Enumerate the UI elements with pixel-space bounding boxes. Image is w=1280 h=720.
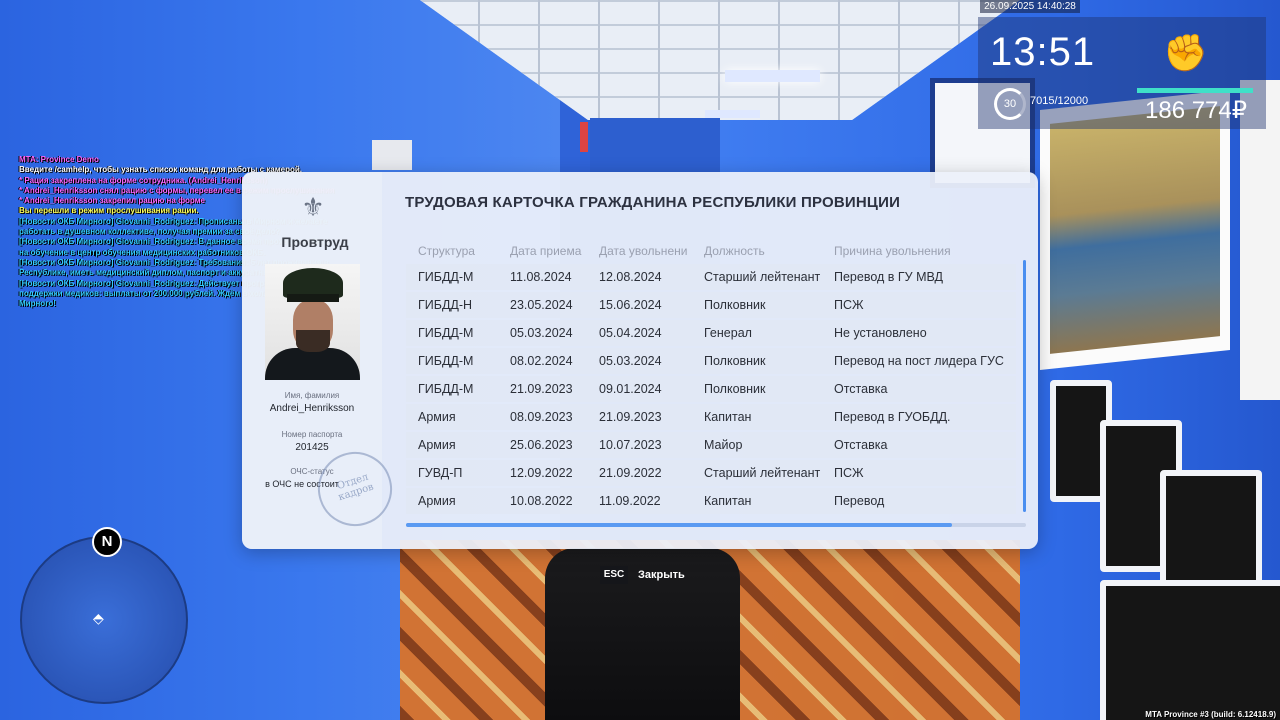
table-cell: Перевод	[834, 494, 885, 508]
vertical-scrollbar[interactable]	[1023, 260, 1026, 512]
table-row: ГИБДД-М 11.08.2024 12.08.2024 Старший лейте…	[406, 264, 1016, 290]
photo-uniform	[265, 348, 360, 380]
table-cell: ПСЖ	[834, 298, 864, 312]
table-cell: 05.03.2024	[599, 354, 662, 368]
north-marker: N	[92, 527, 122, 557]
card-title: ТРУДОВАЯ КАРТОЧКА ГРАЖДАНИНА РЕСПУБЛИКИ …	[405, 194, 901, 211]
table-cell: 23.05.2024	[510, 298, 573, 312]
department-name: Провтруд	[281, 234, 349, 250]
emblem-icon: ⚜	[301, 192, 325, 222]
ceiling-lamp	[705, 110, 760, 118]
table-row: Армия 08.09.2023 21.09.2023 Капитан Перевод …	[406, 404, 1016, 430]
table-cell: Полковник	[704, 382, 766, 396]
table-cell: ГИБДД-М	[418, 326, 474, 340]
car-painting	[1050, 106, 1220, 354]
table-cell: 09.01.2024	[599, 382, 662, 396]
column-header: Структура	[418, 244, 475, 258]
table-row: Армия 10.08.2022 11.09.2022 Капитан Перевод	[406, 488, 1016, 514]
table-cell: Капитан	[704, 410, 752, 424]
build-version: MTA Province #3 (build: 6.12418.9)	[1145, 710, 1276, 719]
table-cell: Армия	[418, 410, 456, 424]
wall-sign	[580, 122, 588, 152]
table-cell: Полковник	[704, 354, 766, 368]
passport-label: Номер паспорта	[281, 430, 343, 439]
employment-card: ⚜ Провтруд Имя, фамилия Andrei_Henriksso…	[242, 172, 1038, 549]
column-header: Дата приема	[510, 244, 582, 258]
table-cell: 11.09.2022	[599, 494, 661, 508]
table-cell: 11.08.2024	[510, 270, 572, 284]
horizontal-scrollbar[interactable]	[406, 523, 952, 527]
table-cell: ГИБДД-М	[418, 354, 474, 368]
table-cell: 21.09.2023	[599, 410, 662, 424]
table-cell: 10.07.2023	[599, 438, 662, 452]
table-cell: Не установлено	[834, 326, 927, 340]
xp-counter: 7015/12000	[1030, 95, 1089, 107]
table-cell: 05.04.2024	[599, 326, 662, 340]
table-cell: Старший лейтенант	[704, 270, 821, 284]
chat-line: MTA: Province Demo	[19, 155, 99, 164]
corridor-end	[590, 118, 720, 178]
name-value: Andrei_Henriksson	[269, 403, 355, 414]
table-body[interactable]: ГИБДД-М 11.08.2024 12.08.2024 Старший лейте…	[406, 264, 1016, 514]
raised-fist-icon: ✊	[1163, 32, 1208, 73]
column-header: Дата увольнени	[599, 244, 688, 258]
table-row: ГУВД-П 12.09.2022 21.09.2022 Старший лейтен…	[406, 460, 1016, 486]
table-row: Армия 25.06.2023 10.07.2023 Майор Отставка	[406, 432, 1016, 458]
ceiling-lamp	[725, 70, 820, 82]
table-cell: 21.09.2022	[599, 466, 662, 480]
table-cell: 08.09.2023	[510, 410, 573, 424]
table-row: ГИБДД-М 21.09.2023 09.01.2024 Полковник Отст…	[406, 376, 1016, 402]
table-cell: Отставка	[834, 438, 888, 452]
table-cell: 21.09.2023	[510, 382, 573, 396]
table-cell: 25.06.2023	[510, 438, 573, 452]
table-cell: Полковник	[704, 298, 766, 312]
table-cell: ГИБДД-М	[418, 382, 474, 396]
table-cell: 12.08.2024	[599, 270, 662, 284]
health-bar	[1137, 88, 1253, 93]
table-cell: Генерал	[704, 326, 752, 340]
table-cell: Армия	[418, 494, 456, 508]
money-balance: 186 774₽	[1145, 97, 1248, 124]
citizen-photo	[265, 264, 360, 380]
close-label[interactable]: Закрыть	[638, 566, 685, 584]
table-cell: ГИБДД-М	[418, 270, 474, 284]
table-cell: 15.06.2024	[599, 298, 662, 312]
table-header: Структура Дата приема Дата увольнени Дол…	[406, 238, 1016, 264]
esc-key-button[interactable]: ESC	[600, 566, 628, 584]
column-header: Должность	[704, 244, 765, 258]
table-cell: 12.09.2022	[510, 466, 573, 480]
table-cell: ГУВД-П	[418, 466, 463, 480]
table-cell: Перевод в ГУОБДД.	[834, 410, 951, 424]
table-cell: Отставка	[834, 382, 888, 396]
game-clock: 13:51	[990, 30, 1096, 74]
table-cell: Перевод на пост лидера ГУС	[834, 354, 1004, 368]
table-cell: ПСЖ	[834, 466, 864, 480]
table-cell: Капитан	[704, 494, 752, 508]
table-cell: Армия	[418, 438, 456, 452]
table-cell: ГИБДД-Н	[418, 298, 473, 312]
table-cell: 05.03.2024	[510, 326, 573, 340]
column-header: Причина увольнения	[834, 244, 951, 258]
level-ring: 30	[994, 88, 1026, 120]
table-cell: Майор	[704, 438, 743, 452]
table-cell: 10.08.2022	[510, 494, 573, 508]
table-row: ГИБДД-М 08.02.2024 05.03.2024 Полковник Пере…	[406, 348, 1016, 374]
minimap-radar	[20, 536, 188, 704]
player-blip-icon: ⬘	[93, 610, 104, 626]
photo-cap-band	[287, 294, 339, 302]
table-row: ГИБДД-Н 23.05.2024 15.06.2024 Полковник ПСЖ	[406, 292, 1016, 318]
table-cell: Старший лейтенант	[704, 466, 821, 480]
employment-table: Структура Дата приема Дата увольнени Дол…	[406, 238, 1016, 516]
chair	[1100, 580, 1280, 720]
table-row: ГИБДД-М 05.03.2024 05.04.2024 Генерал Не уст…	[406, 320, 1016, 346]
table-cell: 08.02.2024	[510, 354, 573, 368]
waiting-chairs	[1040, 380, 1280, 720]
table-cell: Перевод в ГУ МВД	[834, 270, 944, 284]
datetime: 26.09.2025 14:40:28	[980, 0, 1080, 13]
name-label: Имя, фамилия	[284, 391, 340, 400]
photo-beard	[296, 330, 330, 352]
wall-fixture	[372, 140, 412, 170]
